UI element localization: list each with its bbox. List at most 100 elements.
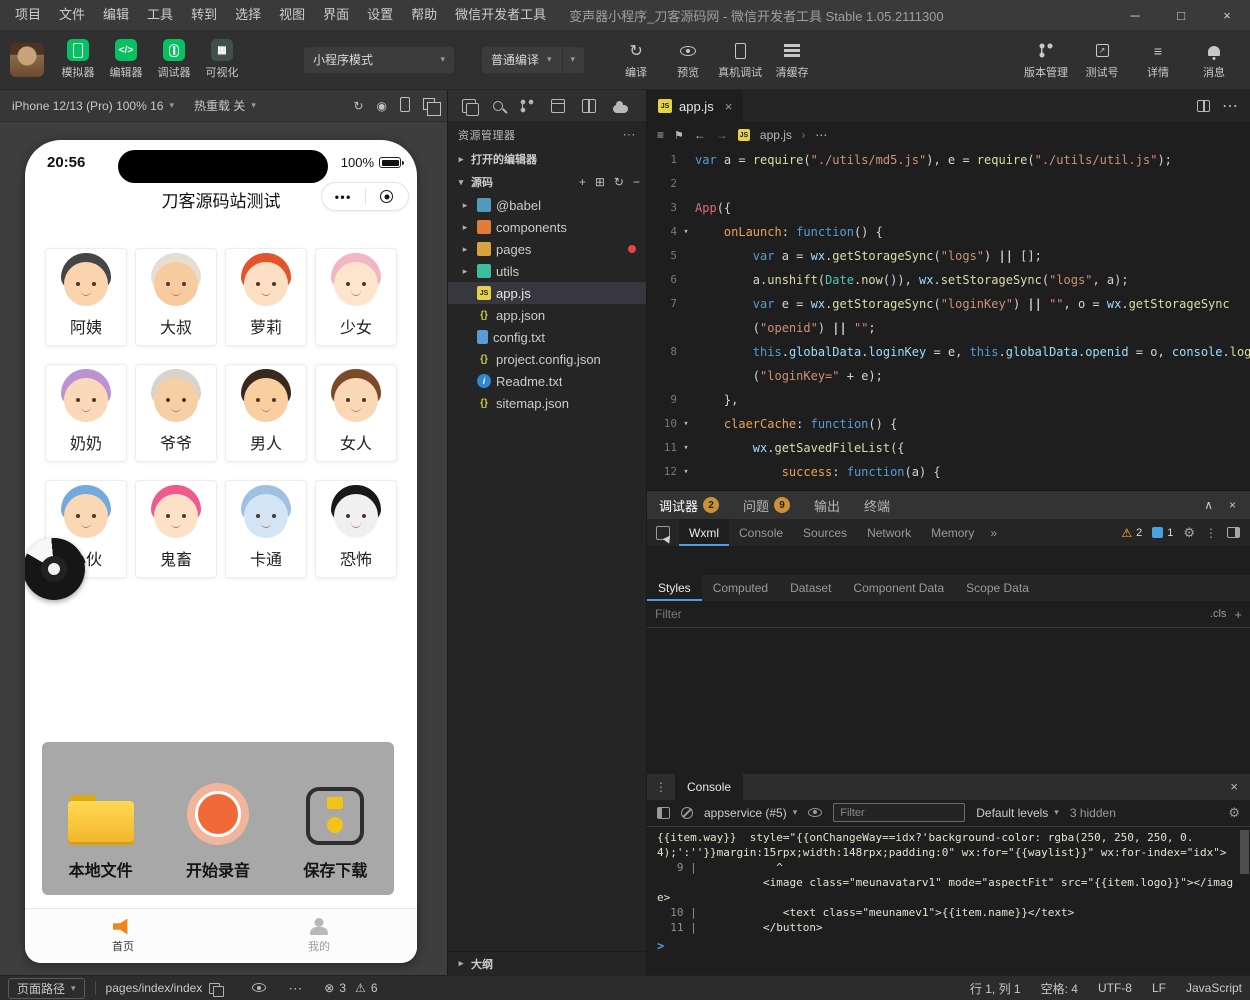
floating-disc-button[interactable] bbox=[25, 538, 85, 600]
version-manage-button[interactable]: 版本管理 bbox=[1020, 40, 1072, 80]
detach-window-icon[interactable] bbox=[423, 98, 441, 116]
file-item-app.js[interactable]: JS app.js bbox=[448, 282, 646, 304]
copy-icon[interactable] bbox=[209, 982, 224, 997]
source-section[interactable]: ▾ 源码 + ⊞ ↻ − bbox=[448, 170, 646, 194]
voice-card-萝莉[interactable]: 萝莉 bbox=[225, 248, 307, 346]
file-item-@babel[interactable]: ▸ @babel bbox=[448, 194, 646, 216]
details-button[interactable]: ≡ 详情 bbox=[1132, 40, 1184, 80]
tab-sources[interactable]: Sources bbox=[793, 519, 857, 546]
compile-mode-select[interactable]: 普通编译 ▾ ▾ bbox=[482, 46, 585, 73]
voice-card-卡通[interactable]: 卡通 bbox=[225, 480, 307, 578]
capsule-close-button[interactable] bbox=[366, 190, 409, 203]
kebab-menu-icon[interactable]: ⋮ bbox=[1205, 526, 1217, 540]
open-editors-section[interactable]: ▸ 打开的编辑器 bbox=[448, 148, 646, 170]
tab-memory[interactable]: Memory bbox=[921, 519, 984, 546]
tab-wxml[interactable]: Wxml bbox=[679, 519, 729, 546]
tab-console[interactable]: Console bbox=[729, 519, 793, 546]
inspect-element-icon[interactable] bbox=[656, 525, 670, 540]
close-button[interactable]: × bbox=[1204, 0, 1250, 30]
file-item-config.txt[interactable]: config.txt bbox=[448, 326, 646, 348]
file-item-sitemap.json[interactable]: {} sitemap.json bbox=[448, 392, 646, 414]
clear-console-icon[interactable] bbox=[681, 806, 693, 819]
tab-scope-data[interactable]: Scope Data bbox=[955, 575, 1040, 601]
refresh-icon[interactable]: ↻ bbox=[353, 99, 363, 113]
cls-toggle[interactable]: .cls bbox=[1210, 608, 1227, 620]
tab-problems[interactable]: 问题 9 bbox=[731, 491, 802, 519]
gear-icon[interactable]: ⚙ bbox=[1228, 805, 1240, 821]
remote-debug-button[interactable]: 真机调试 bbox=[714, 40, 766, 80]
tab-terminal[interactable]: 终端 bbox=[852, 491, 902, 519]
tab-output[interactable]: 输出 bbox=[802, 491, 852, 519]
more-icon[interactable]: ⋯ bbox=[288, 980, 302, 997]
minimize-button[interactable]: ─ bbox=[1112, 0, 1158, 30]
console-output[interactable]: {{item.way}} style="{{onChangeWay==idx?'… bbox=[647, 826, 1250, 975]
menu-item-设置[interactable]: 设置 bbox=[358, 0, 402, 30]
language-mode[interactable]: JavaScript bbox=[1186, 981, 1242, 995]
voice-card-少女[interactable]: 少女 bbox=[315, 248, 397, 346]
eye-icon[interactable] bbox=[808, 804, 823, 822]
search-icon[interactable] bbox=[493, 100, 503, 111]
split-editor-icon[interactable] bbox=[1197, 100, 1210, 112]
breadcrumb-more[interactable]: ⋯ bbox=[815, 128, 827, 142]
indent-setting[interactable]: 空格: 4 bbox=[1041, 980, 1078, 997]
tab-network[interactable]: Network bbox=[857, 519, 921, 546]
more-icon[interactable]: ⋯ bbox=[623, 127, 637, 143]
gear-icon[interactable]: ⚙ bbox=[1183, 525, 1195, 541]
voice-card-奶奶[interactable]: 奶奶 bbox=[45, 364, 127, 462]
collapse-panel-icon[interactable]: ∧ bbox=[1204, 498, 1213, 512]
info-count[interactable]: 1 bbox=[1167, 527, 1173, 539]
record-screen-icon[interactable]: ◉ bbox=[377, 99, 387, 113]
menu-item-界面[interactable]: 界面 bbox=[314, 0, 358, 30]
console-prompt[interactable]: > bbox=[647, 935, 1250, 953]
preview-button[interactable]: 预览 bbox=[662, 40, 714, 80]
debugger-toggle-button[interactable]: 调试器 bbox=[150, 39, 198, 80]
styles-filter-input[interactable] bbox=[655, 607, 1202, 621]
tab-computed[interactable]: Computed bbox=[702, 575, 779, 601]
file-item-pages[interactable]: ▸ pages bbox=[448, 238, 646, 260]
mode-select[interactable]: 小程序模式 ▾ bbox=[304, 46, 454, 73]
messages-button[interactable]: 消息 bbox=[1188, 40, 1240, 80]
tab-component-data[interactable]: Component Data bbox=[842, 575, 955, 601]
file-item-app.json[interactable]: {} app.json bbox=[448, 304, 646, 326]
device-select[interactable]: iPhone 12/13 (Pro) 100% 16 bbox=[12, 99, 163, 113]
log-levels-select[interactable]: Default levels ▾ bbox=[976, 806, 1059, 820]
dock-side-icon[interactable] bbox=[1227, 527, 1240, 538]
menu-item-选择[interactable]: 选择 bbox=[226, 0, 270, 30]
voice-card-男人[interactable]: 男人 bbox=[225, 364, 307, 462]
menu-item-工具[interactable]: 工具 bbox=[138, 0, 182, 30]
compile-mode-more-button[interactable]: ▾ bbox=[561, 46, 575, 73]
collapse-all-icon[interactable]: − bbox=[633, 175, 640, 189]
voice-card-大叔[interactable]: 大叔 bbox=[135, 248, 217, 346]
add-style-icon[interactable]: + bbox=[1234, 607, 1242, 622]
file-item-Readme.txt[interactable]: i Readme.txt bbox=[448, 370, 646, 392]
close-icon[interactable]: × bbox=[725, 99, 733, 114]
nav-forward-icon[interactable]: → bbox=[716, 128, 728, 142]
tab-debugger[interactable]: 调试器 2 bbox=[647, 491, 731, 519]
voice-card-女人[interactable]: 女人 bbox=[315, 364, 397, 462]
page-path-select[interactable]: 页面路径 ▾ bbox=[8, 977, 85, 999]
styles-content-area[interactable] bbox=[647, 628, 1250, 774]
split-window-icon[interactable] bbox=[582, 98, 596, 113]
tab-home[interactable]: 首页 bbox=[25, 909, 221, 963]
menu-item-转到[interactable]: 转到 bbox=[182, 0, 226, 30]
eye-icon[interactable] bbox=[252, 981, 267, 995]
tab-overflow-icon[interactable]: » bbox=[984, 519, 1003, 546]
new-folder-icon[interactable]: ⊞ bbox=[595, 175, 605, 189]
simulator-toggle-button[interactable]: 模拟器 bbox=[54, 39, 102, 80]
voice-card-恐怖[interactable]: 恐怖 bbox=[315, 480, 397, 578]
hidden-count[interactable]: 3 hidden bbox=[1070, 806, 1116, 820]
maximize-button[interactable]: □ bbox=[1158, 0, 1204, 30]
menu-item-编辑[interactable]: 编辑 bbox=[94, 0, 138, 30]
local-file-button[interactable]: 本地文件 bbox=[42, 742, 159, 895]
menu-item-文件[interactable]: 文件 bbox=[50, 0, 94, 30]
code-area[interactable]: 1 var a = require("./utils/md5.js"), e = … bbox=[647, 148, 1250, 490]
cloud-icon[interactable] bbox=[613, 100, 628, 113]
outline-list-icon[interactable]: ≡ bbox=[657, 128, 664, 142]
user-avatar[interactable] bbox=[10, 42, 44, 77]
problems-summary[interactable]: ⊗ 3 ⚠ 6 bbox=[324, 981, 377, 995]
file-item-utils[interactable]: ▸ utils bbox=[448, 260, 646, 282]
save-download-button[interactable]: 保存下载 bbox=[277, 742, 394, 895]
cursor-position[interactable]: 行 1, 列 1 bbox=[970, 980, 1021, 997]
eol-setting[interactable]: LF bbox=[1152, 981, 1166, 995]
device-frame-icon[interactable] bbox=[400, 96, 410, 115]
